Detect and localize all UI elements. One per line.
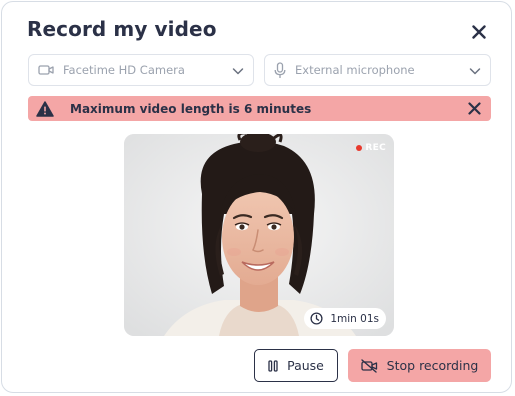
warning-icon: [36, 100, 54, 117]
record-video-modal: Record my video Facetime HD Camera Exter…: [1, 1, 512, 393]
camera-select[interactable]: Facetime HD Camera: [28, 54, 254, 86]
alert-message: Maximum video length is 6 minutes: [70, 101, 312, 116]
chevron-down-icon: [468, 64, 482, 78]
microphone-select-value: External microphone: [295, 63, 415, 77]
video-off-icon: [360, 358, 378, 373]
dismiss-alert-button[interactable]: [468, 102, 481, 115]
chevron-down-icon: [231, 64, 245, 78]
rec-label: REC: [365, 143, 386, 153]
stop-recording-label: Stop recording: [386, 358, 479, 373]
elapsed-time-badge: 1min 01s: [304, 308, 386, 329]
close-icon: [468, 102, 481, 115]
pause-button-label: Pause: [287, 358, 324, 373]
video-camera-icon: [38, 64, 54, 76]
close-modal-button[interactable]: [468, 21, 490, 43]
camera-select-value: Facetime HD Camera: [63, 63, 185, 77]
stop-recording-button[interactable]: Stop recording: [348, 349, 491, 382]
record-dot-icon: [356, 145, 363, 151]
close-icon: [472, 25, 486, 39]
recording-indicator: REC: [356, 143, 386, 153]
pause-button[interactable]: Pause: [254, 349, 338, 382]
modal-title: Record my video: [27, 17, 217, 41]
video-preview: REC 1min 01s: [124, 134, 394, 336]
webcam-feed-image: [124, 134, 394, 336]
pause-icon: [268, 359, 278, 372]
microphone-icon: [274, 61, 286, 79]
microphone-select[interactable]: External microphone: [264, 54, 491, 86]
clock-icon: [310, 312, 323, 325]
max-length-alert: Maximum video length is 6 minutes: [28, 96, 491, 121]
elapsed-time: 1min 01s: [330, 312, 379, 325]
